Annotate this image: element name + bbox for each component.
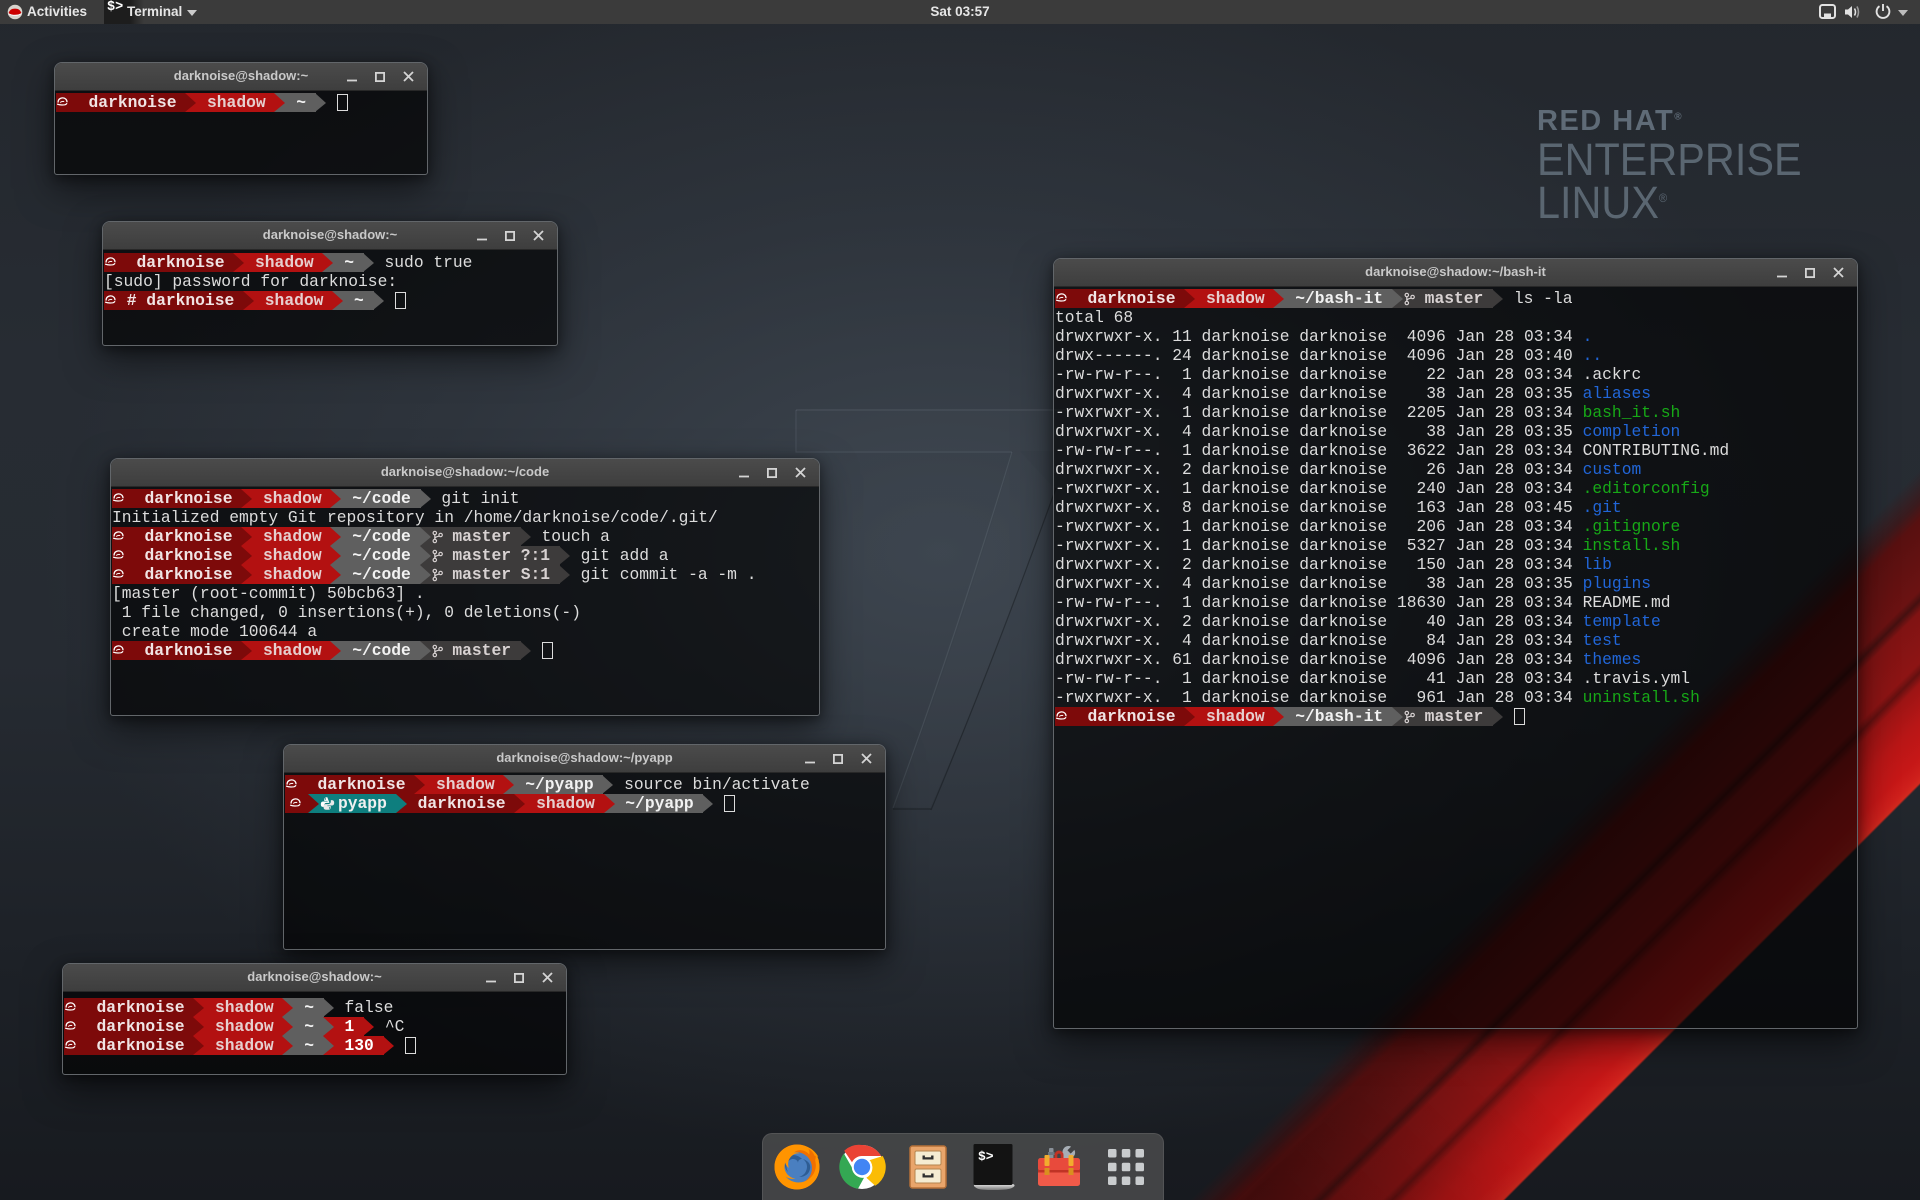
- svg-text:$>: $>: [978, 1149, 994, 1164]
